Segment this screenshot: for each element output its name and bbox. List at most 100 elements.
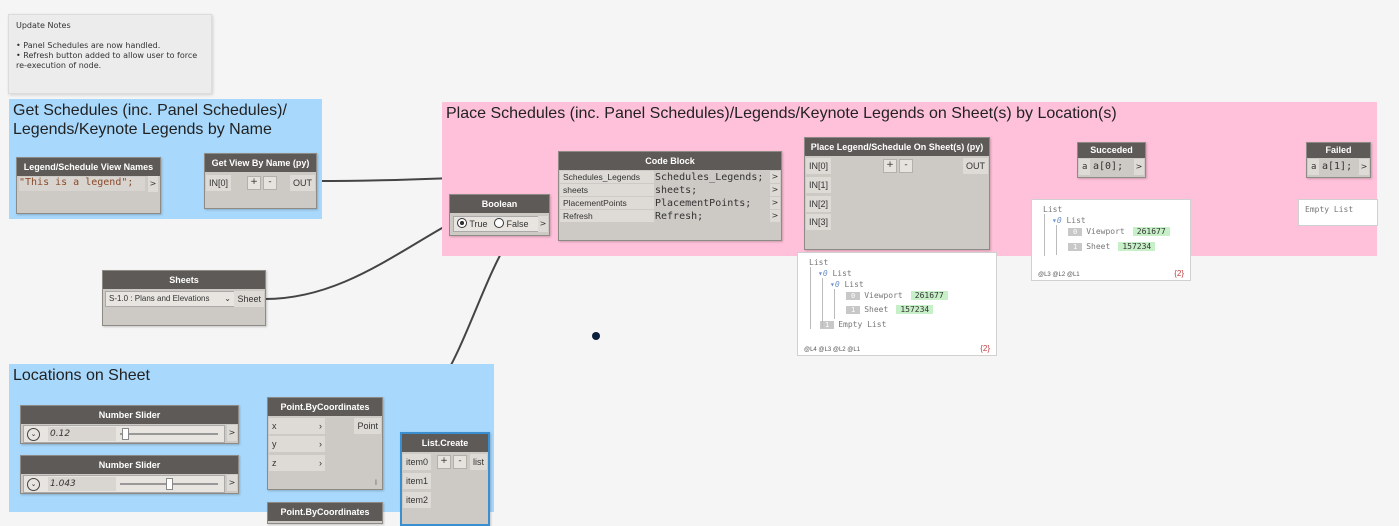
node-title: List.Create: [402, 434, 488, 452]
item-label: Viewport: [864, 291, 903, 300]
chevron-down-icon[interactable]: ⌄: [27, 478, 40, 491]
add-input-button[interactable]: +: [883, 159, 897, 173]
output-arrow-icon[interactable]: >: [770, 210, 780, 222]
remove-input-button[interactable]: -: [899, 159, 913, 173]
input-port-a[interactable]: a: [1079, 159, 1091, 175]
input-port-in2[interactable]: IN[2]: [806, 196, 832, 212]
input-port-item0[interactable]: item0: [403, 454, 432, 470]
output-arrow-icon[interactable]: >: [227, 425, 237, 441]
remove-input-button[interactable]: -: [263, 176, 277, 190]
input-port-in3[interactable]: IN[3]: [806, 214, 832, 230]
node-point-by-coordinates[interactable]: Point.ByCoordinates x › y › z › Point l: [267, 397, 383, 490]
lacing-indicator[interactable]: l: [375, 479, 377, 487]
node-title: Get View By Name (py): [205, 154, 316, 172]
code-editor[interactable]: Schedules_Legends; sheets; PlacementPoin…: [655, 171, 767, 223]
node-get-view-by-name[interactable]: Get View By Name (py) IN[0] + - OUT: [204, 153, 317, 209]
preview-levels: @L4 @L3 @L2 @L1: [804, 347, 861, 353]
node-number-slider-2[interactable]: Number Slider ⌄ 1.043 >: [20, 455, 239, 494]
input-port-a[interactable]: a: [1308, 159, 1320, 175]
input-port-refresh[interactable]: Refresh: [560, 210, 654, 222]
output-arrow-icon[interactable]: >: [538, 216, 548, 232]
output-port-point[interactable]: Point: [354, 418, 381, 434]
tree-list-row: ▾0 List: [818, 269, 852, 278]
item-label: Viewport: [1086, 227, 1125, 236]
preview-failed-output[interactable]: Empty List: [1298, 199, 1378, 226]
boolean-toggle[interactable]: True False: [453, 216, 541, 232]
output-port-list[interactable]: list: [470, 454, 487, 470]
output-arrow-icon[interactable]: >: [1134, 159, 1144, 175]
slider-body[interactable]: ⌄ 1.043: [23, 475, 225, 493]
input-port-item2[interactable]: item2: [403, 492, 432, 508]
input-port-z[interactable]: z ›: [269, 455, 325, 471]
input-port-schedules-legends[interactable]: Schedules_Legends: [560, 171, 654, 183]
code-line: sheets;: [655, 185, 698, 196]
node-title: Point.ByCoordinates: [268, 503, 382, 521]
input-port-in0[interactable]: IN[0]: [806, 158, 832, 174]
output-arrow-icon[interactable]: >: [770, 184, 780, 196]
port-label: x: [272, 421, 277, 431]
node-title: Legend/Schedule View Names: [17, 158, 160, 176]
note-line-1: • Panel Schedules are now handled.: [16, 41, 161, 50]
preview-place-output[interactable]: List ▾0 List ▾0 List 0 Viewport 261677 1 Sh…: [797, 252, 997, 356]
node-code-block[interactable]: Code Block Schedules_Legends sheets Plac…: [558, 151, 782, 241]
add-input-button[interactable]: +: [437, 455, 451, 469]
node-title: Number Slider: [21, 456, 238, 474]
output-port-out[interactable]: OUT: [290, 175, 315, 191]
chevron-right-icon: ›: [319, 421, 322, 431]
input-port-in1[interactable]: IN[1]: [806, 177, 832, 193]
node-title: Sheets: [103, 271, 265, 289]
node-number-slider-1[interactable]: Number Slider ⌄ 0.12 >: [20, 405, 239, 444]
output-arrow-icon[interactable]: >: [227, 475, 237, 491]
slider-body[interactable]: ⌄ 0.12: [23, 425, 225, 443]
chevron-down-icon[interactable]: ⌄: [27, 428, 40, 441]
node-view-names[interactable]: Legend/Schedule View Names "This is a le…: [16, 157, 161, 214]
node-failed[interactable]: Failed a a[1]; >: [1306, 142, 1371, 178]
output-arrow-icon[interactable]: >: [148, 176, 158, 192]
update-notes[interactable]: Update Notes • Panel Schedules are now h…: [8, 14, 212, 94]
sheet-dropdown[interactable]: S-1.0 : Plans and Elevations ⌄: [105, 291, 235, 307]
node-boolean[interactable]: Boolean True False >: [449, 194, 550, 236]
node-place-legend-schedule[interactable]: Place Legend/Schedule On Sheet(s) (py) I…: [804, 137, 990, 250]
tree-list-row: ▾0 List: [1052, 216, 1086, 225]
input-port-sheets[interactable]: sheets: [560, 184, 654, 196]
remove-input-button[interactable]: -: [453, 455, 467, 469]
input-port-in0[interactable]: IN[0]: [206, 175, 232, 191]
slider-thumb[interactable]: [166, 478, 173, 490]
tree-list-label: List: [809, 258, 829, 267]
node-point-by-coordinates-2[interactable]: Point.ByCoordinates: [267, 502, 383, 524]
code-input[interactable]: a[0];: [1093, 161, 1123, 172]
chevron-right-icon: ›: [319, 458, 322, 468]
code-input[interactable]: "This is a legend";: [19, 177, 145, 191]
output-port-sheet[interactable]: Sheet: [234, 291, 264, 307]
slider-track[interactable]: [120, 433, 218, 435]
tree-list-label: List: [1066, 216, 1086, 225]
radio-true-icon[interactable]: [457, 218, 467, 228]
slider-value[interactable]: 0.12: [48, 427, 116, 441]
slider-thumb[interactable]: [121, 428, 129, 440]
tree-index: 0: [822, 269, 828, 278]
input-port-x[interactable]: x ›: [269, 418, 325, 434]
input-port-placement-points[interactable]: PlacementPoints: [560, 197, 654, 209]
input-port-y[interactable]: y ›: [269, 436, 325, 452]
code-line: Refresh;: [655, 211, 704, 222]
group-title: Get Schedules (inc. Panel Schedules)/ Le…: [13, 102, 287, 138]
output-port-out[interactable]: OUT: [963, 158, 988, 174]
tree-index: 1: [1068, 243, 1083, 251]
output-arrow-icon[interactable]: >: [770, 197, 780, 209]
preview-succeded-output[interactable]: List ▾0 List 0 Viewport 261677 1 Sheet 15723…: [1031, 199, 1191, 281]
output-arrow-icon[interactable]: >: [770, 171, 780, 183]
radio-false-label: False: [506, 219, 529, 229]
node-title: Code Block: [559, 152, 781, 170]
node-succeded[interactable]: Succeded a a[0]; >: [1077, 142, 1146, 178]
radio-false-icon[interactable]: [494, 218, 505, 228]
slider-value[interactable]: 1.043: [48, 477, 116, 491]
tree-item-sheet: 1 Sheet 157234: [846, 305, 934, 314]
input-port-item1[interactable]: item1: [403, 473, 432, 489]
node-sheets[interactable]: Sheets S-1.0 : Plans and Elevations ⌄ Sh…: [102, 270, 266, 326]
chevron-down-icon[interactable]: ⌄: [224, 292, 231, 306]
add-input-button[interactable]: +: [247, 176, 261, 190]
output-arrow-icon[interactable]: >: [1359, 159, 1369, 175]
code-input[interactable]: a[1];: [1322, 161, 1352, 172]
code-line: PlacementPoints;: [655, 198, 752, 209]
tree-item-empty: Empty List: [1305, 205, 1354, 214]
